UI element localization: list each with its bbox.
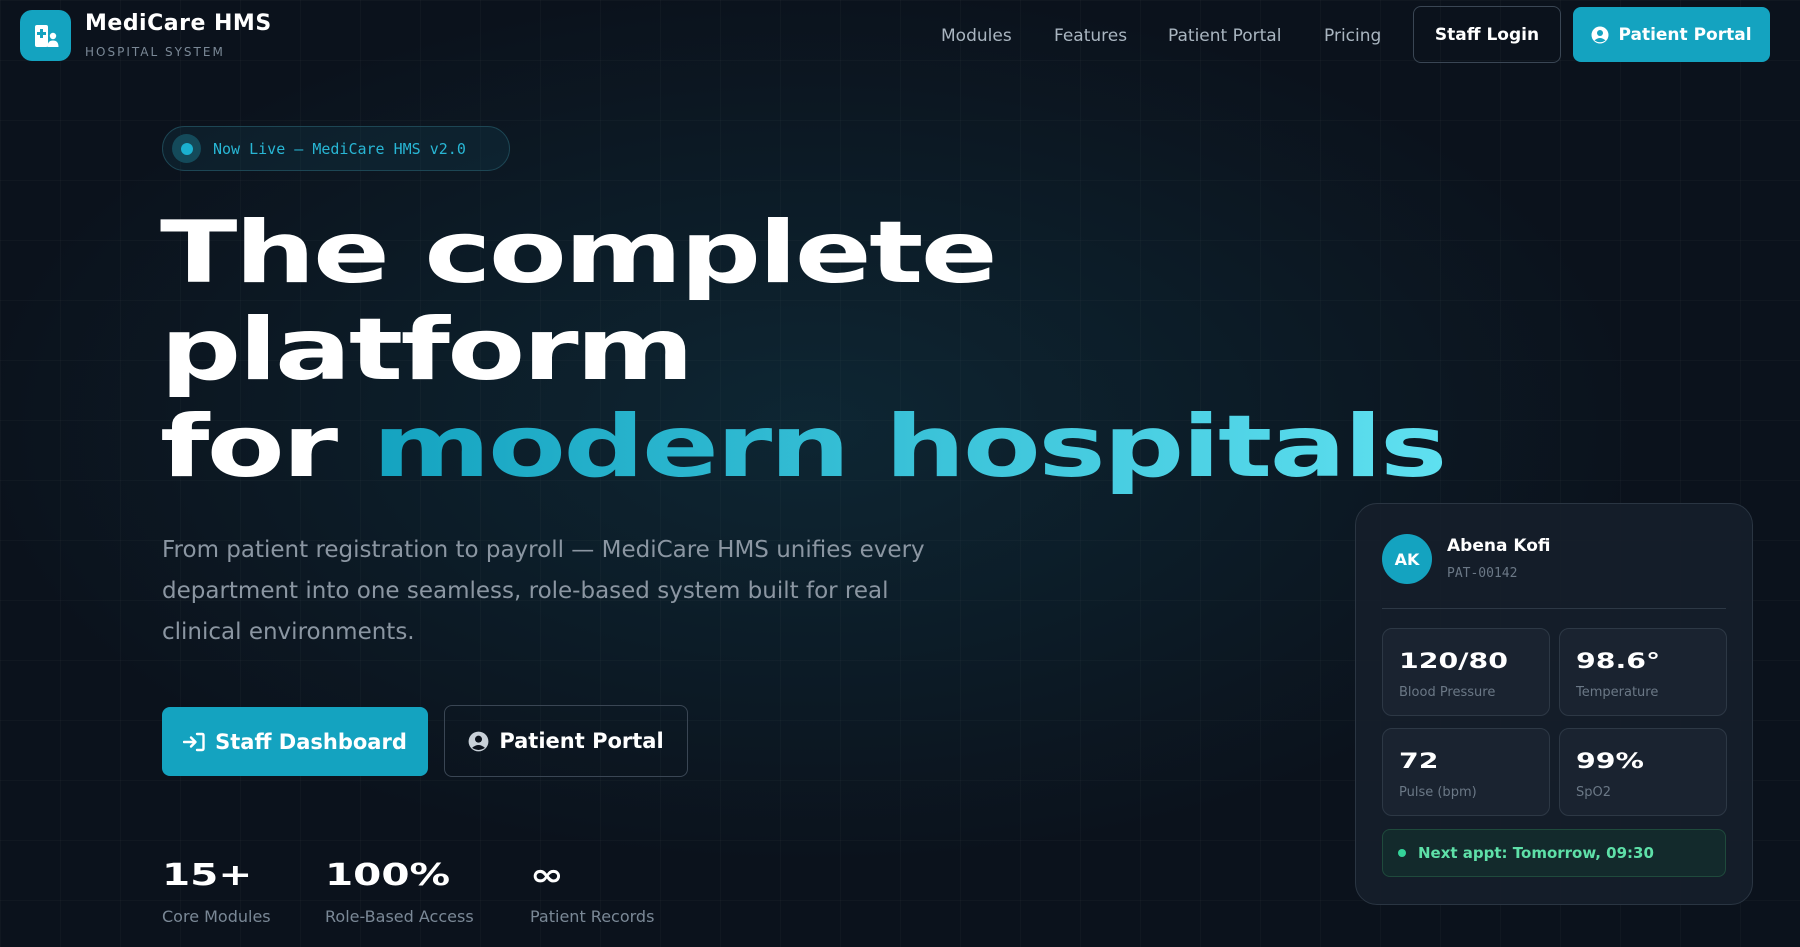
stat-label: Role-Based Access — [325, 907, 474, 926]
vital-label: Blood Pressure — [1399, 685, 1496, 700]
stat-value: ∞ — [530, 858, 564, 893]
hero-title-accent: modern hospitals — [372, 397, 1447, 497]
vital-label: SpO2 — [1576, 785, 1612, 800]
vital-value: 99% — [1576, 749, 1644, 773]
nav-link-modules[interactable]: Modules — [941, 26, 1012, 46]
vital-temperature: 98.6° Temperature — [1559, 628, 1727, 716]
next-appointment: Next appt: Tomorrow, 09:30 — [1382, 829, 1726, 877]
card-divider — [1382, 608, 1726, 609]
patient-card: AK Abena Kofi PAT-00142 120/80 Blood Pre… — [1355, 503, 1753, 905]
nav-link-features[interactable]: Features — [1054, 26, 1127, 46]
staff-dashboard-label: Staff Dashboard — [215, 729, 407, 754]
staff-login-label: Staff Login — [1434, 24, 1540, 45]
patient-portal-button[interactable]: Patient Portal — [444, 705, 688, 777]
vital-blood-pressure: 120/80 Blood Pressure — [1382, 628, 1550, 716]
live-dot-icon — [172, 134, 201, 163]
vital-spo2: 99% SpO2 — [1559, 728, 1727, 816]
patient-portal-nav-button[interactable]: Patient Portal — [1573, 7, 1770, 62]
brand-subtitle: HOSPITAL SYSTEM — [85, 45, 225, 59]
vital-value: 98.6° — [1576, 649, 1661, 673]
live-badge-text: Now Live — MediCare HMS v2.0 — [213, 139, 466, 158]
sign-in-icon — [183, 732, 205, 751]
avatar: AK — [1382, 534, 1432, 584]
stat-label: Core Modules — [162, 907, 271, 926]
hospital-user-icon — [34, 24, 58, 47]
user-circle-icon — [468, 731, 489, 751]
stat-value: 15+ — [162, 858, 253, 893]
vital-pulse: 72 Pulse (bpm) — [1382, 728, 1550, 816]
vital-label: Temperature — [1576, 685, 1659, 700]
hero-title-line1: The complete — [160, 203, 998, 303]
patient-portal-nav-label: Patient Portal — [1618, 24, 1752, 45]
patient-id: PAT-00142 — [1447, 566, 1518, 581]
hero-description: From patient registration to payroll — M… — [162, 537, 925, 645]
stat-patient-records: ∞ Patient Records — [530, 858, 654, 926]
nav-link-pricing[interactable]: Pricing — [1324, 26, 1381, 46]
brand-logo[interactable] — [20, 10, 71, 61]
stat-role-based-access: 100% Role-Based Access — [325, 858, 474, 926]
nav-link-patient-portal[interactable]: Patient Portal — [1168, 26, 1281, 46]
patient-portal-label: Patient Portal — [499, 729, 664, 753]
hero-title-line3-plain: for — [160, 397, 373, 497]
stat-core-modules: 15+ Core Modules — [162, 858, 271, 926]
vital-label: Pulse (bpm) — [1399, 785, 1477, 800]
top-nav: MediCare HMS HOSPITAL SYSTEM Modules Fea… — [0, 0, 1800, 72]
vital-value: 120/80 — [1399, 649, 1508, 673]
vital-value: 72 — [1399, 749, 1439, 773]
hero-title-line2: platform — [160, 300, 694, 400]
hero-title: The complete platform for modern hospita… — [160, 203, 1447, 497]
stat-value: 100% — [325, 858, 451, 893]
live-badge: Now Live — MediCare HMS v2.0 — [162, 126, 510, 171]
staff-login-button[interactable]: Staff Login — [1413, 6, 1561, 63]
patient-name: Abena Kofi — [1447, 536, 1551, 556]
stat-label: Patient Records — [530, 907, 655, 926]
user-circle-icon — [1591, 26, 1609, 43]
next-appointment-text: Next appt: Tomorrow, 09:30 — [1418, 844, 1654, 862]
staff-dashboard-button[interactable]: Staff Dashboard — [162, 707, 428, 776]
brand-name: MediCare HMS — [85, 11, 272, 36]
status-dot-icon — [1398, 849, 1406, 857]
